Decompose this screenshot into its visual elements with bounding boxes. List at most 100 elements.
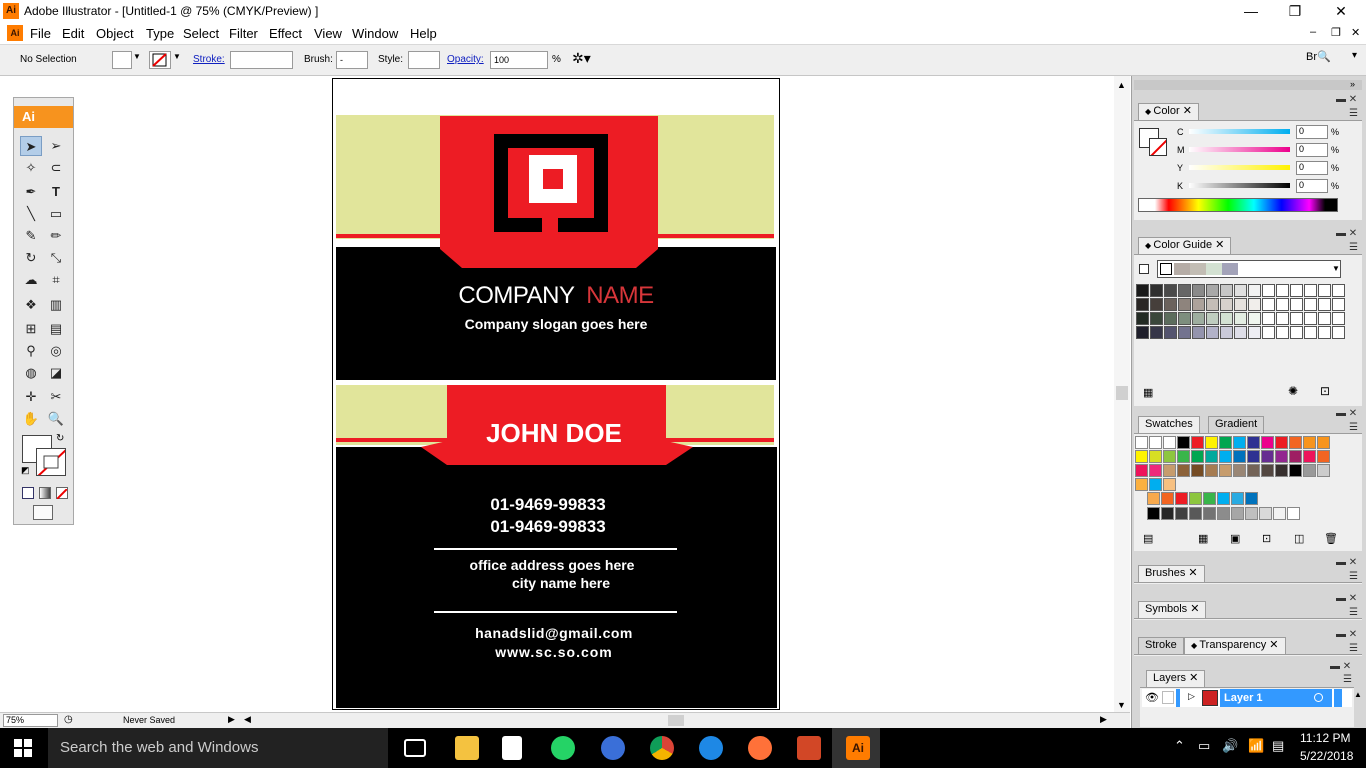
swatch[interactable] <box>1163 436 1176 449</box>
menu-select[interactable]: Select <box>183 26 219 41</box>
menu-window[interactable]: Window <box>352 26 398 41</box>
swatch[interactable] <box>1205 436 1218 449</box>
lasso-tool-icon[interactable]: ⊂ <box>45 158 67 178</box>
magic-wand-tool-icon[interactable]: ✧ <box>20 158 42 178</box>
swatch[interactable] <box>1247 450 1260 463</box>
default-colors-icon[interactable]: ◩ <box>21 465 30 476</box>
swatch[interactable] <box>1149 450 1162 463</box>
guide-swatch[interactable] <box>1164 326 1177 339</box>
brushes-minimize-icon[interactable]: ▬ ✕ <box>1336 557 1357 568</box>
document-menu-icon[interactable]: Ai <box>7 25 23 41</box>
swatch[interactable] <box>1191 450 1204 463</box>
guide-swatch[interactable] <box>1178 284 1191 297</box>
swatch[interactable] <box>1317 436 1330 449</box>
whatsapp-icon[interactable] <box>551 736 575 760</box>
swatch-group-color[interactable] <box>1161 492 1174 505</box>
new-swatch-icon[interactable]: ◫ <box>1294 532 1304 545</box>
guide-swatch[interactable] <box>1150 312 1163 325</box>
stroke-color-box[interactable] <box>36 448 66 476</box>
guide-swatch[interactable] <box>1206 312 1219 325</box>
guide-swatch[interactable] <box>1318 298 1331 311</box>
fill-dropdown-chevron-icon[interactable]: ▼ <box>133 52 141 61</box>
yellow-input[interactable]: 0 <box>1296 161 1328 175</box>
guide-swatch[interactable] <box>1276 284 1289 297</box>
none-mode-icon[interactable] <box>56 487 68 500</box>
swatch[interactable] <box>1149 464 1162 477</box>
swatch[interactable] <box>1275 464 1288 477</box>
blend-tool-icon[interactable]: ◎ <box>45 341 67 361</box>
color-panel-menu-icon[interactable]: ☰ <box>1349 108 1358 119</box>
swatch[interactable] <box>1261 436 1274 449</box>
swatch[interactable] <box>1163 464 1176 477</box>
tab-color[interactable]: ◆ Color ✕ <box>1138 103 1199 120</box>
guide-swatch[interactable] <box>1178 298 1191 311</box>
swatch-group-color[interactable] <box>1217 492 1230 505</box>
guide-swatch[interactable] <box>1234 312 1247 325</box>
layer-lock-toggle[interactable] <box>1162 691 1174 704</box>
free-transform-tool-icon[interactable]: ⌗ <box>45 270 67 290</box>
guide-swatch[interactable] <box>1318 312 1331 325</box>
guide-swatch[interactable] <box>1234 298 1247 311</box>
tab-gradient[interactable]: Gradient <box>1208 416 1265 433</box>
swatch[interactable] <box>1191 436 1204 449</box>
illustrator-taskbar-icon[interactable]: Ai <box>846 736 870 760</box>
swatch[interactable] <box>1247 436 1260 449</box>
limit-color-group-icon[interactable]: ▦ <box>1143 386 1153 399</box>
doc-close-button[interactable]: ✕ <box>1351 26 1360 39</box>
guide-swatch[interactable] <box>1206 284 1219 297</box>
swatch[interactable] <box>1303 436 1316 449</box>
guide-swatch[interactable] <box>1220 312 1233 325</box>
swatch[interactable] <box>1303 450 1316 463</box>
powerpoint-icon[interactable] <box>797 736 821 760</box>
color-panel-minimize-icon[interactable]: ▬ ✕ <box>1336 94 1357 105</box>
style-select[interactable] <box>408 51 440 69</box>
guide-swatch[interactable] <box>1136 326 1149 339</box>
cyan-input[interactable]: 0 <box>1296 125 1328 139</box>
network-icon[interactable]: 📶 <box>1248 738 1264 754</box>
opacity-input[interactable]: 100 <box>490 51 548 69</box>
guide-swatch[interactable] <box>1192 312 1205 325</box>
swap-fill-stroke-icon[interactable]: ↻ <box>56 433 64 444</box>
horizontal-scroll-thumb[interactable] <box>668 715 684 726</box>
guide-swatch[interactable] <box>1276 298 1289 311</box>
show-hidden-icons-chevron-icon[interactable]: ⌃ <box>1174 738 1185 754</box>
guide-swatch[interactable] <box>1304 298 1317 311</box>
layer-expand-arrow-icon[interactable]: ▷ <box>1188 691 1195 702</box>
guide-swatch[interactable] <box>1318 326 1331 339</box>
volume-icon[interactable]: 🔊 <box>1222 738 1238 754</box>
line-tool-icon[interactable]: ╲ <box>20 204 42 224</box>
guide-swatch[interactable] <box>1164 312 1177 325</box>
guide-swatch[interactable] <box>1206 326 1219 339</box>
recolor-artwork-icon[interactable]: ✲▾ <box>572 50 598 70</box>
pencil-tool-icon[interactable]: ✏ <box>45 226 67 246</box>
guide-swatch[interactable] <box>1332 312 1345 325</box>
pen-tool-icon[interactable]: ✒ <box>20 182 42 202</box>
edge-icon[interactable] <box>699 736 723 760</box>
color-spectrum-bar[interactable] <box>1138 198 1338 212</box>
layers-scroll-up-icon[interactable]: ▲ <box>1354 690 1362 699</box>
layer-target-icon[interactable] <box>1314 693 1323 702</box>
swatch[interactable] <box>1289 450 1302 463</box>
cyan-slider[interactable] <box>1189 129 1290 134</box>
guide-swatch[interactable] <box>1220 284 1233 297</box>
swatch[interactable] <box>1177 450 1190 463</box>
firefox-icon[interactable] <box>748 736 772 760</box>
guide-swatch[interactable] <box>1150 298 1163 311</box>
color-guide-minimize-icon[interactable]: ▬ ✕ <box>1336 228 1357 239</box>
guide-swatch[interactable] <box>1136 284 1149 297</box>
layers-minimize-icon[interactable]: ▬ ✕ <box>1330 661 1351 672</box>
tab-layers[interactable]: Layers ✕ <box>1146 670 1206 687</box>
black-slider[interactable] <box>1189 183 1290 188</box>
battery-icon[interactable]: ▭ <box>1198 738 1210 754</box>
collapse-panels-icon[interactable]: » <box>1350 79 1355 89</box>
swatch[interactable] <box>1149 436 1162 449</box>
symbols-menu-icon[interactable]: ☰ <box>1349 607 1358 618</box>
guide-swatch[interactable] <box>1248 312 1261 325</box>
swatch-group-color[interactable] <box>1203 492 1216 505</box>
scale-tool-icon[interactable]: ⤡ <box>45 248 67 268</box>
minimize-button[interactable]: — <box>1228 0 1274 22</box>
warp-tool-icon[interactable]: ☁ <box>20 270 42 290</box>
swatch[interactable] <box>1205 450 1218 463</box>
guide-swatch[interactable] <box>1192 326 1205 339</box>
swatch[interactable] <box>1163 478 1176 491</box>
